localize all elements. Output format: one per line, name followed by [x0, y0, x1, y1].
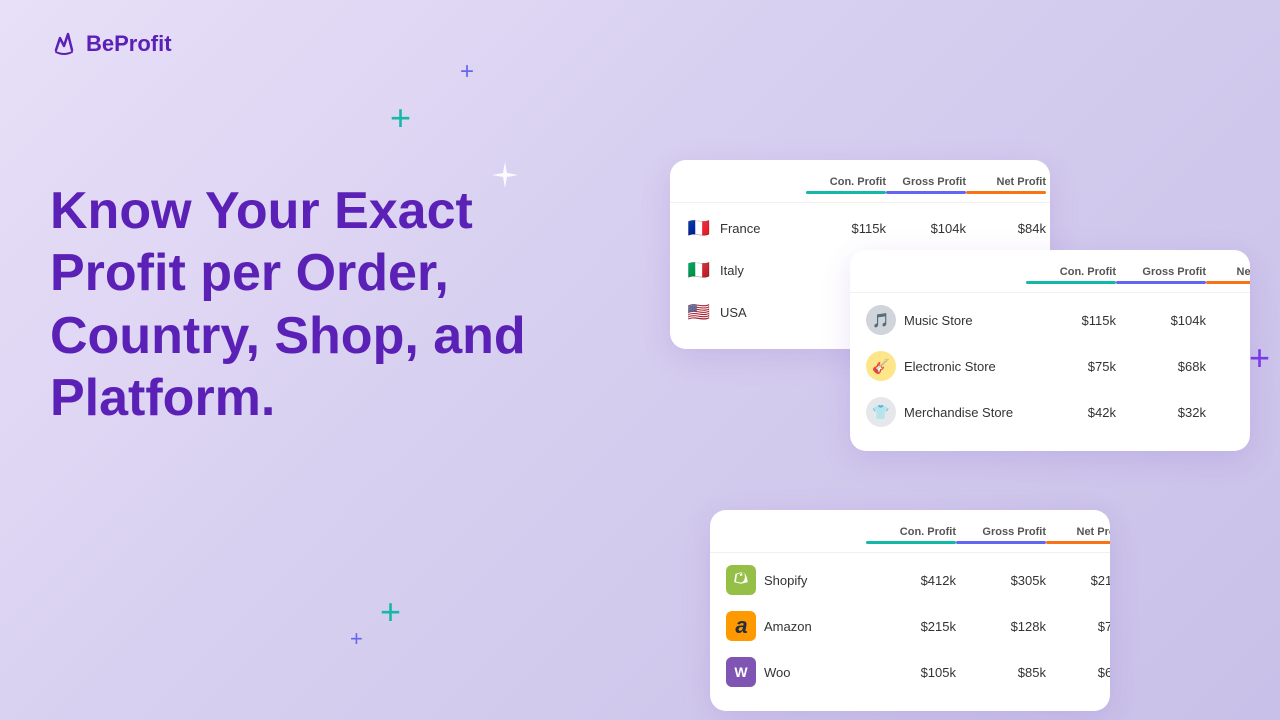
row-label-woo: W Woo	[726, 657, 866, 687]
plus-icon-2: +	[460, 60, 474, 84]
platform-table-header: Con. Profit Gross Profit Net Profit	[710, 526, 1110, 553]
shop-col-gross-profit: Gross Profit	[1116, 266, 1206, 284]
shop-col-net-profit: Net Profit	[1206, 266, 1250, 284]
table-row: 🎸 Electronic Store $75k $68k $62k	[850, 343, 1250, 389]
platform-col-con-profit: Con. Profit	[866, 526, 956, 544]
row-label-amazon: a Amazon	[726, 611, 866, 641]
plus-icon-6: +	[350, 628, 363, 650]
table-row: W Woo $105k $85k $60k	[710, 649, 1110, 695]
logo-text: BeProfit	[86, 31, 172, 57]
plus-icon-3: +	[1249, 340, 1270, 376]
avatar-electronic-store: 🎸	[866, 351, 896, 381]
avatar-merch-store: 👕	[866, 397, 896, 427]
amazon-icon: a	[726, 611, 756, 641]
flag-italy: 🇮🇹	[686, 257, 712, 283]
table-row: a Amazon $215k $128k $72k	[710, 603, 1110, 649]
flag-france: 🇫🇷	[686, 215, 712, 241]
logo: BeProfit	[50, 30, 172, 58]
flag-usa: 🇺🇸	[686, 299, 712, 325]
logo-icon	[50, 30, 78, 58]
platform-col-gross-profit: Gross Profit	[956, 526, 1046, 544]
country-col-label	[686, 176, 806, 194]
shop-card: Con. Profit Gross Profit Net Profit 🎵 Mu…	[850, 250, 1250, 451]
row-label-music-store: 🎵 Music Store	[866, 305, 1026, 335]
plus-icon-1: +	[390, 100, 411, 136]
country-table-header: Con. Profit Gross Profit Net Profit	[670, 176, 1050, 203]
avatar-music-store: 🎵	[866, 305, 896, 335]
shopify-icon	[726, 565, 756, 595]
hero-heading: Know Your Exact Profit per Order, Countr…	[50, 180, 610, 430]
platform-col-net-profit: Net Profit	[1046, 526, 1110, 544]
country-col-gross-profit: Gross Profit	[886, 176, 966, 194]
shop-col-label	[866, 266, 1026, 284]
platform-card: Con. Profit Gross Profit Net Profit Shop…	[710, 510, 1110, 711]
country-col-con-profit: Con. Profit	[806, 176, 886, 194]
row-label-shopify: Shopify	[726, 565, 866, 595]
woo-icon: W	[726, 657, 756, 687]
cards-area: Con. Profit Gross Profit Net Profit 🇫🇷 F…	[670, 130, 1250, 690]
row-label-electronic-store: 🎸 Electronic Store	[866, 351, 1026, 381]
table-row: Shopify $412k $305k $213k	[710, 557, 1110, 603]
table-row: 🎵 Music Store $115k $104k $84k	[850, 297, 1250, 343]
shop-table-header: Con. Profit Gross Profit Net Profit	[850, 266, 1250, 293]
platform-col-label	[726, 526, 866, 544]
row-label-merch-store: 👕 Merchandise Store	[866, 397, 1026, 427]
row-label-france: 🇫🇷 France	[686, 215, 806, 241]
shop-col-con-profit: Con. Profit	[1026, 266, 1116, 284]
row-label-italy: 🇮🇹 Italy	[686, 257, 806, 283]
country-col-net-profit: Net Profit	[966, 176, 1046, 194]
hero-section: Know Your Exact Profit per Order, Countr…	[50, 180, 610, 430]
table-row: 🇫🇷 France $115k $104k $84k	[670, 207, 1050, 249]
row-label-usa: 🇺🇸 USA	[686, 299, 806, 325]
plus-icon-5: +	[380, 594, 401, 630]
sparkle-icon	[490, 160, 520, 190]
table-row: 👕 Merchandise Store $42k $32k $21k	[850, 389, 1250, 435]
